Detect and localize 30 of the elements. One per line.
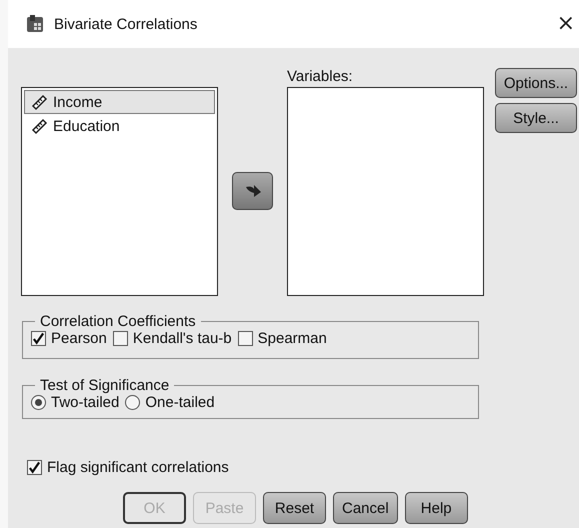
group-title: Test of Significance — [39, 377, 170, 394]
variable-list[interactable]: Income Education — [21, 87, 218, 296]
checkbox[interactable] — [238, 331, 253, 346]
side-button[interactable]: Style... — [495, 103, 577, 133]
checkbox[interactable] — [31, 331, 46, 346]
dialog-button[interactable]: Help — [404, 492, 468, 524]
option-label: Kendall's tau-b — [132, 330, 232, 347]
option-label: Two-tailed — [51, 394, 120, 411]
radio-button[interactable] — [31, 395, 46, 410]
option-label: One-tailed — [145, 394, 215, 411]
group-title: Correlation Coefficients — [39, 313, 197, 330]
ruler-icon — [32, 94, 48, 110]
checkbox[interactable] — [112, 331, 128, 346]
ruler-icon — [32, 118, 48, 134]
arrow-icon — [244, 183, 262, 199]
checkbox[interactable] — [27, 460, 42, 475]
side-button[interactable]: Options... — [495, 68, 577, 98]
move-button[interactable] — [232, 172, 273, 210]
dialog-button[interactable]: Cancel — [333, 492, 398, 524]
close-button[interactable]: × — [552, 13, 579, 35]
window-title: Bivariate Correlations — [54, 16, 198, 32]
option-label: Pearson — [51, 330, 107, 347]
list-item[interactable]: Education — [24, 114, 215, 138]
radio-button[interactable] — [125, 395, 140, 410]
option-label: Spearman — [258, 330, 327, 347]
table-icon — [26, 14, 46, 34]
dialog-button[interactable]: Reset — [263, 492, 326, 524]
variables-label: Variables: — [287, 67, 354, 87]
option-label: Flag significant correlations — [47, 459, 229, 476]
list-item[interactable]: Income — [24, 90, 215, 114]
